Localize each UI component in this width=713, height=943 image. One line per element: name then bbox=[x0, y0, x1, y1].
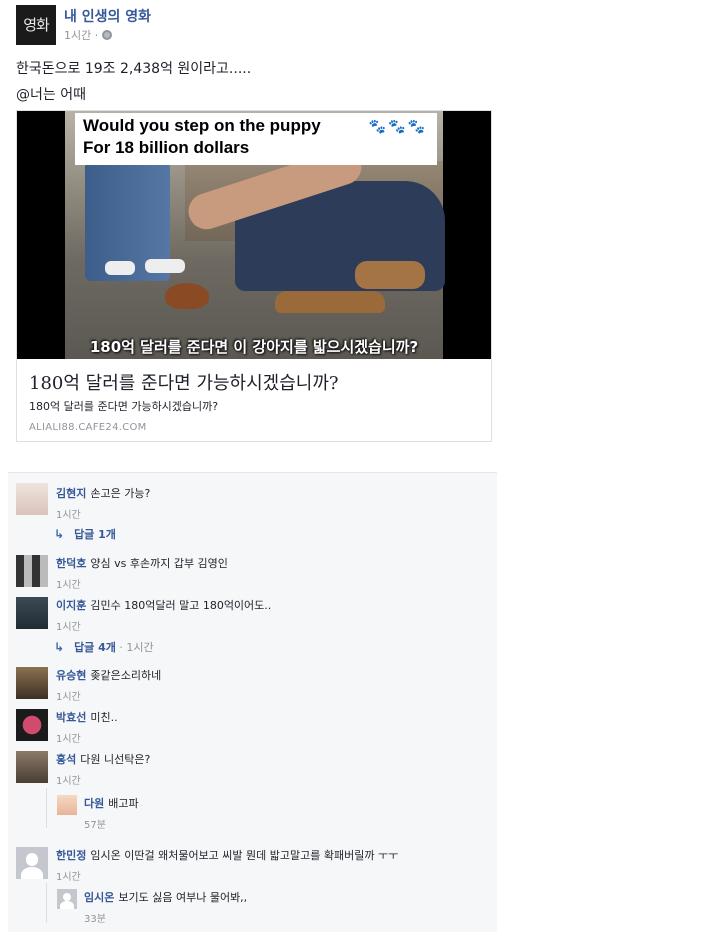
image-caption-bottom: 180억 달러를 준다면 이 강아지를 밟으시겠습니까? bbox=[89, 338, 419, 356]
comment: 한민정 임시온 이딴걸 왜처물어보고 씨발 뭔데 밟고말고를 확패버릴까 ㅜㅜ 1… bbox=[56, 847, 398, 883]
comment-time[interactable]: 33분 bbox=[84, 910, 247, 925]
reply-thread-line bbox=[46, 788, 47, 828]
post-text-line-2: @너는 어때 bbox=[16, 87, 86, 103]
link-title[interactable]: 180억 달러를 준다면 가능하시겠습니까? bbox=[29, 369, 339, 395]
comment-time[interactable]: 1시간 bbox=[56, 618, 271, 633]
post-time[interactable]: 1시간 · bbox=[64, 27, 98, 43]
comment: 한덕호 양심 vs 후손까지 갑부 김영인 1시간 bbox=[56, 555, 228, 591]
comment: 김현지 손고은 가능? 1시간 bbox=[56, 485, 150, 521]
comment-text: 미친.. bbox=[90, 711, 118, 724]
avatar[interactable] bbox=[16, 483, 48, 515]
link-preview-card[interactable]: Would you step on the puppy For 18 billi… bbox=[16, 110, 492, 442]
reply-comment: 임시온 보기도 싫음 여부나 물어봐,, 33분 bbox=[84, 889, 247, 925]
dogs-icon: 🐾🐾🐾 bbox=[368, 118, 427, 134]
comment-text: 좆같은소리하네 bbox=[90, 669, 162, 682]
replies-time: 1시간 bbox=[126, 641, 154, 654]
avatar[interactable] bbox=[57, 889, 77, 909]
replies-count[interactable]: 답글 1개 bbox=[74, 526, 116, 542]
comment-author[interactable]: 다원 bbox=[84, 797, 104, 810]
comment-author[interactable]: 한덕호 bbox=[56, 557, 86, 570]
comment-author[interactable]: 박효선 bbox=[56, 711, 86, 724]
post-meta: 1시간 · bbox=[64, 27, 113, 43]
page-name-link[interactable]: 내 인생의 영화 bbox=[64, 6, 151, 26]
comments-section: 김현지 손고은 가능? 1시간 ↳ 답글 1개 한덕호 양심 vs 후손까지 갑부 … bbox=[8, 472, 497, 932]
puppy bbox=[165, 283, 209, 309]
avatar[interactable] bbox=[16, 709, 48, 741]
globe-icon bbox=[102, 30, 113, 40]
comment-time[interactable]: 57분 bbox=[84, 816, 139, 831]
view-replies-link[interactable]: ↳ 답글 1개 bbox=[54, 526, 116, 542]
comment-author[interactable]: 한민정 bbox=[56, 849, 86, 862]
comment-author[interactable]: 이지훈 bbox=[56, 599, 86, 612]
avatar[interactable] bbox=[16, 597, 48, 629]
image-caption-top: Would you step on the puppy For 18 billi… bbox=[75, 113, 437, 165]
comment-text: 양심 vs 후손까지 갑부 김영인 bbox=[90, 557, 228, 570]
avatar[interactable] bbox=[57, 795, 77, 815]
replies-count[interactable]: 답글 4개 bbox=[74, 641, 116, 654]
comment: 유승현 좆같은소리하네 1시간 bbox=[56, 667, 161, 703]
comment-author[interactable]: 홍석 bbox=[56, 753, 76, 766]
comment-time[interactable]: 1시간 bbox=[56, 688, 161, 703]
reply-thread-line bbox=[46, 883, 47, 923]
link-description: 180억 달러를 준다면 가능하시겠습니까? bbox=[29, 400, 219, 413]
avatar[interactable] bbox=[16, 751, 48, 783]
post-text-line-1: 한국돈으로 19조 2,438억 원이라고..... bbox=[16, 61, 252, 77]
reply-arrow-icon: ↳ bbox=[54, 640, 65, 654]
comment: 이지훈 김민수 180억달러 말고 180억이어도.. 1시간 bbox=[56, 597, 271, 633]
comment-author[interactable]: 김현지 bbox=[56, 487, 86, 500]
comment-author[interactable]: 임시온 bbox=[84, 891, 114, 904]
link-domain: ALIALI88.CAFE24.COM bbox=[29, 422, 147, 433]
reply-comment: 다원 배고파 57분 bbox=[84, 795, 139, 831]
comment-time[interactable]: 1시간 bbox=[56, 868, 398, 883]
comment-text: 다원 니선탁은? bbox=[80, 753, 151, 766]
comment-time[interactable]: 1시간 bbox=[56, 506, 150, 521]
image-caption-line-2: For 18 billion dollars bbox=[83, 138, 250, 157]
comment-text: 배고파 bbox=[108, 797, 139, 810]
avatar[interactable] bbox=[16, 847, 48, 879]
comment-time[interactable]: 1시간 bbox=[56, 730, 118, 745]
comment-time[interactable]: 1시간 bbox=[56, 772, 150, 787]
page-avatar[interactable]: 영화 bbox=[16, 5, 56, 45]
comment-time[interactable]: 1시간 bbox=[56, 576, 228, 591]
comment: 박효선 미친.. 1시간 bbox=[56, 709, 118, 745]
comment: 홍석 다원 니선탁은? 1시간 bbox=[56, 751, 150, 787]
comment-author[interactable]: 유승현 bbox=[56, 669, 86, 682]
avatar[interactable] bbox=[16, 555, 48, 587]
comment-text: 김민수 180억달러 말고 180억이어도.. bbox=[90, 599, 272, 612]
avatar[interactable] bbox=[16, 667, 48, 699]
reply-arrow-icon: ↳ bbox=[54, 527, 65, 541]
comment-text: 보기도 싫음 여부나 물어봐,, bbox=[118, 891, 248, 904]
comment-text: 임시온 이딴걸 왜처물어보고 씨발 뭔데 밟고말고를 확패버릴까 ㅜㅜ bbox=[90, 849, 399, 862]
link-preview-image[interactable]: Would you step on the puppy For 18 billi… bbox=[17, 111, 491, 359]
comment-text: 손고은 가능? bbox=[90, 487, 151, 500]
view-replies-link[interactable]: ↳ 답글 4개 · 1시간 bbox=[54, 639, 154, 655]
